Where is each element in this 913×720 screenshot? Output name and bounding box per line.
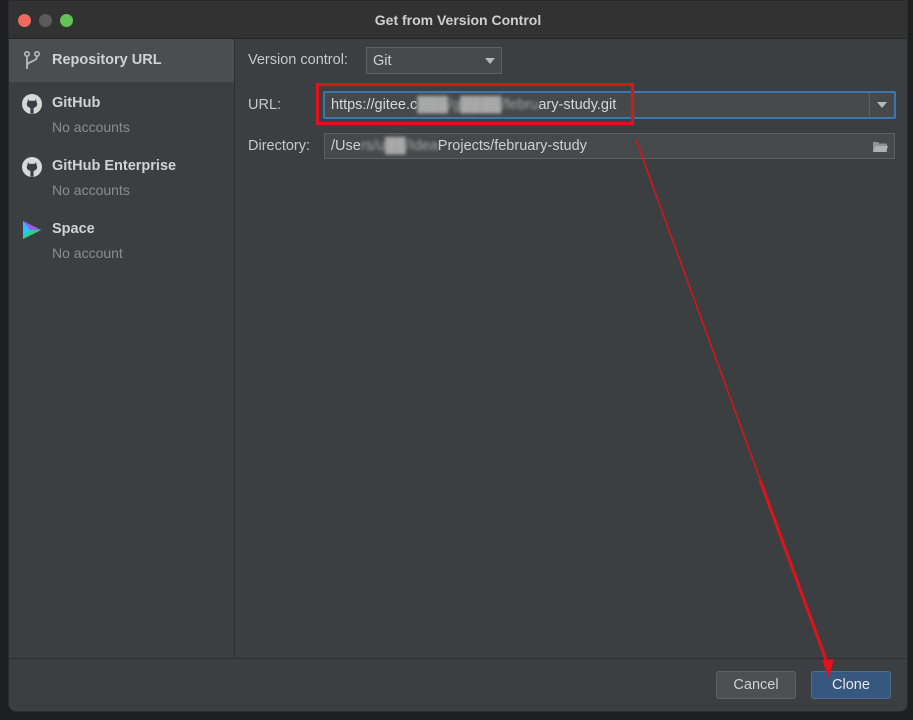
url-value-start: https://gitee.c bbox=[331, 97, 418, 113]
directory-redacted: rs/u██/Idea bbox=[360, 138, 438, 154]
directory-value-start: /Use bbox=[331, 138, 361, 154]
directory-input[interactable]: /Use rs/u██/Idea Projects/february-study bbox=[324, 133, 895, 159]
version-control-select[interactable]: Git bbox=[366, 47, 502, 74]
version-control-label: Version control: bbox=[248, 52, 348, 68]
branch-icon bbox=[23, 50, 41, 69]
sidebar-item-label: GitHub bbox=[52, 95, 101, 111]
chevron-down-icon bbox=[877, 102, 887, 108]
maximize-window-button[interactable] bbox=[60, 14, 73, 27]
dialog-window: Get from Version Control Repository URL … bbox=[8, 0, 908, 712]
sidebar-item-github[interactable]: GitHub No accounts bbox=[9, 82, 234, 145]
url-label: URL: bbox=[248, 97, 282, 113]
sidebar-item-status: No account bbox=[52, 245, 123, 261]
url-value-end: ary-study.git bbox=[538, 97, 617, 113]
space-logo-icon bbox=[23, 221, 41, 239]
main-panel: Version control: Git URL: https://gitee.… bbox=[235, 39, 907, 659]
url-redacted: ███/g████/febru bbox=[417, 97, 539, 113]
cancel-button[interactable]: Cancel bbox=[716, 671, 796, 699]
chevron-down-icon bbox=[485, 57, 495, 64]
dialog-footer: Cancel Clone bbox=[9, 658, 907, 711]
sidebar-item-label: Repository URL bbox=[52, 52, 162, 68]
directory-value-end: Projects/february-study bbox=[437, 138, 587, 154]
version-control-value: Git bbox=[373, 52, 392, 69]
url-history-button[interactable] bbox=[869, 93, 894, 117]
github-icon bbox=[22, 94, 42, 114]
url-input[interactable]: https://gitee.c ███/g████/febru ary-stud… bbox=[325, 93, 882, 117]
window-controls bbox=[18, 14, 73, 27]
sidebar-item-repository-url[interactable]: Repository URL bbox=[9, 39, 234, 82]
sidebar-item-github-enterprise[interactable]: GitHub Enterprise No accounts bbox=[9, 145, 234, 208]
sidebar-item-status: No accounts bbox=[52, 182, 130, 198]
sidebar: Repository URL GitHub No accounts GitHub… bbox=[9, 39, 235, 659]
sidebar-item-status: No accounts bbox=[52, 119, 130, 135]
minimize-window-button[interactable] bbox=[39, 14, 52, 27]
dialog-title: Get from Version Control bbox=[374, 11, 542, 28]
sidebar-item-space[interactable]: Space No account bbox=[9, 208, 234, 271]
directory-label: Directory: bbox=[248, 138, 311, 154]
url-field[interactable]: https://gitee.c ███/g████/febru ary-stud… bbox=[323, 91, 896, 119]
close-window-button[interactable] bbox=[18, 14, 31, 27]
clone-button[interactable]: Clone bbox=[811, 671, 891, 699]
sidebar-item-label: GitHub Enterprise bbox=[52, 158, 177, 174]
github-icon bbox=[22, 157, 42, 177]
sidebar-item-label: Space bbox=[52, 221, 95, 237]
folder-icon[interactable] bbox=[872, 140, 888, 153]
title-bar: Get from Version Control bbox=[9, 1, 907, 39]
